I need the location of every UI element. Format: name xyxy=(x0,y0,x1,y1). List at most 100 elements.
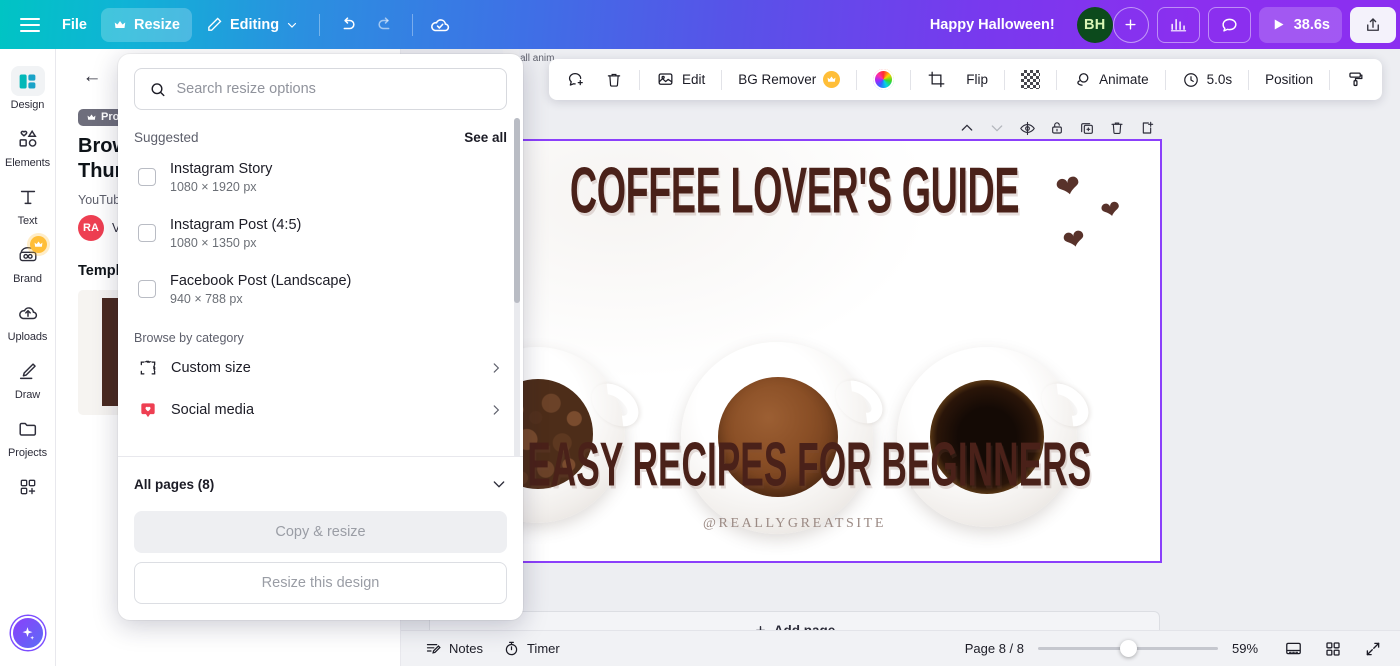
uploads-cloud-icon xyxy=(11,298,45,328)
page-view-button[interactable] xyxy=(1280,636,1306,662)
comments-button[interactable] xyxy=(1207,6,1251,43)
position-label: Position xyxy=(1265,72,1314,87)
pro-badge-label: Pro xyxy=(101,111,120,123)
option-checkbox[interactable] xyxy=(138,280,156,298)
sidebar-item-uploads[interactable]: Uploads xyxy=(1,291,55,349)
crown-icon xyxy=(114,20,126,28)
category-custom-size[interactable]: Custom size xyxy=(134,347,507,389)
copy-and-resize-button[interactable]: Copy & resize xyxy=(134,511,507,553)
undo-button[interactable] xyxy=(329,8,365,42)
document-title[interactable]: Happy Halloween! xyxy=(922,17,1063,33)
crown-icon xyxy=(29,236,47,253)
category-name: Custom size xyxy=(171,360,251,376)
add-comment-button[interactable] xyxy=(557,64,594,95)
timer-button[interactable]: Timer xyxy=(493,636,570,661)
move-page-up-button[interactable] xyxy=(954,115,980,141)
insights-button[interactable] xyxy=(1156,6,1200,43)
flip-button[interactable]: Flip xyxy=(957,64,997,95)
crown-icon xyxy=(823,71,841,88)
duration-button[interactable]: 5.0s xyxy=(1173,64,1242,95)
export-page-button[interactable] xyxy=(1134,115,1160,141)
sidebar-item-elements[interactable]: Elements xyxy=(1,117,55,175)
toolbar-divider-6 xyxy=(1056,69,1058,90)
design-canvas-page[interactable]: COFFEE LOVER'S GUIDE ❤ ❤ ❤ ❤ 3 EASY RE xyxy=(427,139,1162,563)
edit-image-button[interactable]: Edit xyxy=(647,64,714,95)
file-menu-button[interactable]: File xyxy=(50,8,99,42)
duplicate-page-button[interactable] xyxy=(1074,115,1100,141)
present-button[interactable]: 38.6s xyxy=(1258,6,1342,43)
transparency-button[interactable] xyxy=(1012,64,1049,95)
zoom-slider-knob[interactable] xyxy=(1120,640,1137,657)
sidebar-item-apps[interactable] xyxy=(1,465,55,508)
zoom-level-label[interactable]: 59% xyxy=(1232,641,1266,656)
edit-image-icon xyxy=(658,73,673,85)
redo-icon xyxy=(378,17,389,30)
sidebar-item-text[interactable]: Text xyxy=(1,175,55,233)
bar-chart-icon xyxy=(1170,19,1186,32)
category-social-media[interactable]: Social media xyxy=(134,389,507,431)
animate-label: Animate xyxy=(1099,72,1149,87)
design-handle-text[interactable]: @REALLYGREATSITE xyxy=(429,516,1160,532)
add-collaborator-button[interactable] xyxy=(1112,6,1149,43)
redo-button[interactable] xyxy=(367,8,403,42)
more-styles-button[interactable] xyxy=(1337,64,1374,95)
cloud-saved-button[interactable] xyxy=(422,8,458,42)
folder-icon xyxy=(11,414,45,444)
sidebar-item-design[interactable]: Design xyxy=(1,59,55,117)
hide-page-button[interactable] xyxy=(1014,115,1040,141)
sidebar-item-draw[interactable]: Draw xyxy=(1,349,55,407)
chevron-down-icon xyxy=(287,22,297,28)
plus-icon xyxy=(1125,19,1136,30)
thumbnails-button[interactable] xyxy=(1320,636,1346,662)
color-button[interactable] xyxy=(864,64,903,95)
sidebar-item-projects[interactable]: Projects xyxy=(1,407,55,465)
all-pages-label: All pages (8) xyxy=(134,476,215,492)
resize-button[interactable]: Resize xyxy=(100,7,192,42)
see-all-link[interactable]: See all xyxy=(464,130,507,145)
sidebar-label-brand: Brand xyxy=(13,273,42,285)
panel-back-button[interactable]: ← xyxy=(78,63,106,91)
apps-grid-plus-icon xyxy=(11,472,45,502)
hamburger-menu-icon[interactable] xyxy=(12,8,48,42)
search-resize-box[interactable] xyxy=(134,68,507,110)
fullscreen-button[interactable] xyxy=(1360,636,1386,662)
lock-page-button[interactable] xyxy=(1044,115,1070,141)
option-dimensions: 940 × 788 px xyxy=(170,292,243,307)
move-page-down-button[interactable] xyxy=(984,115,1010,141)
popup-scrollbar-thumb[interactable] xyxy=(514,118,520,303)
bg-remover-button[interactable]: BG Remover xyxy=(729,64,849,95)
magic-sparkle-icon xyxy=(22,626,35,640)
resize-option-facebook-post[interactable]: Facebook Post (Landscape) 940 × 788 px xyxy=(134,261,507,317)
timer-icon xyxy=(505,641,518,656)
hide-page-icon xyxy=(1019,121,1035,135)
design-subtitle-text[interactable]: 3 EASY RECIPES FOR BEGINNERS xyxy=(487,429,1101,500)
animate-button[interactable]: Animate xyxy=(1064,64,1158,95)
popup-scrollbar[interactable] xyxy=(514,118,520,456)
toolbar-divider-3 xyxy=(856,69,858,90)
share-button[interactable] xyxy=(1350,6,1396,43)
all-pages-selector[interactable]: All pages (8) xyxy=(134,469,507,499)
option-checkbox[interactable] xyxy=(138,224,156,242)
delete-element-button[interactable] xyxy=(596,64,632,95)
search-resize-input[interactable] xyxy=(176,81,492,97)
resize-design-label: Resize this design xyxy=(261,575,380,591)
position-button[interactable]: Position xyxy=(1256,64,1322,95)
notes-button[interactable]: Notes xyxy=(415,636,493,661)
option-checkbox[interactable] xyxy=(138,168,156,186)
magic-studio-button[interactable] xyxy=(10,616,45,650)
sidebar-item-brand[interactable]: Brand xyxy=(1,233,55,291)
delete-page-button[interactable] xyxy=(1104,115,1130,141)
design-title-text[interactable]: COFFEE LOVER'S GUIDE xyxy=(495,152,1094,229)
user-avatar[interactable]: BH xyxy=(1076,6,1113,43)
editing-mode-button[interactable]: Editing xyxy=(194,8,310,42)
toolbar-divider-7 xyxy=(1164,69,1166,90)
resize-option-instagram-story[interactable]: Instagram Story 1080 × 1920 px xyxy=(134,149,507,205)
design-icon xyxy=(10,66,45,96)
social-media-heart-icon xyxy=(141,403,155,418)
resize-option-instagram-post[interactable]: Instagram Post (4:5) 1080 × 1350 px xyxy=(134,205,507,261)
resize-this-design-button[interactable]: Resize this design xyxy=(134,562,507,604)
sidebar-label-uploads: Uploads xyxy=(7,331,48,343)
crop-button[interactable] xyxy=(918,64,955,95)
zoom-slider[interactable] xyxy=(1038,640,1218,657)
timer-label: Timer xyxy=(526,641,560,656)
